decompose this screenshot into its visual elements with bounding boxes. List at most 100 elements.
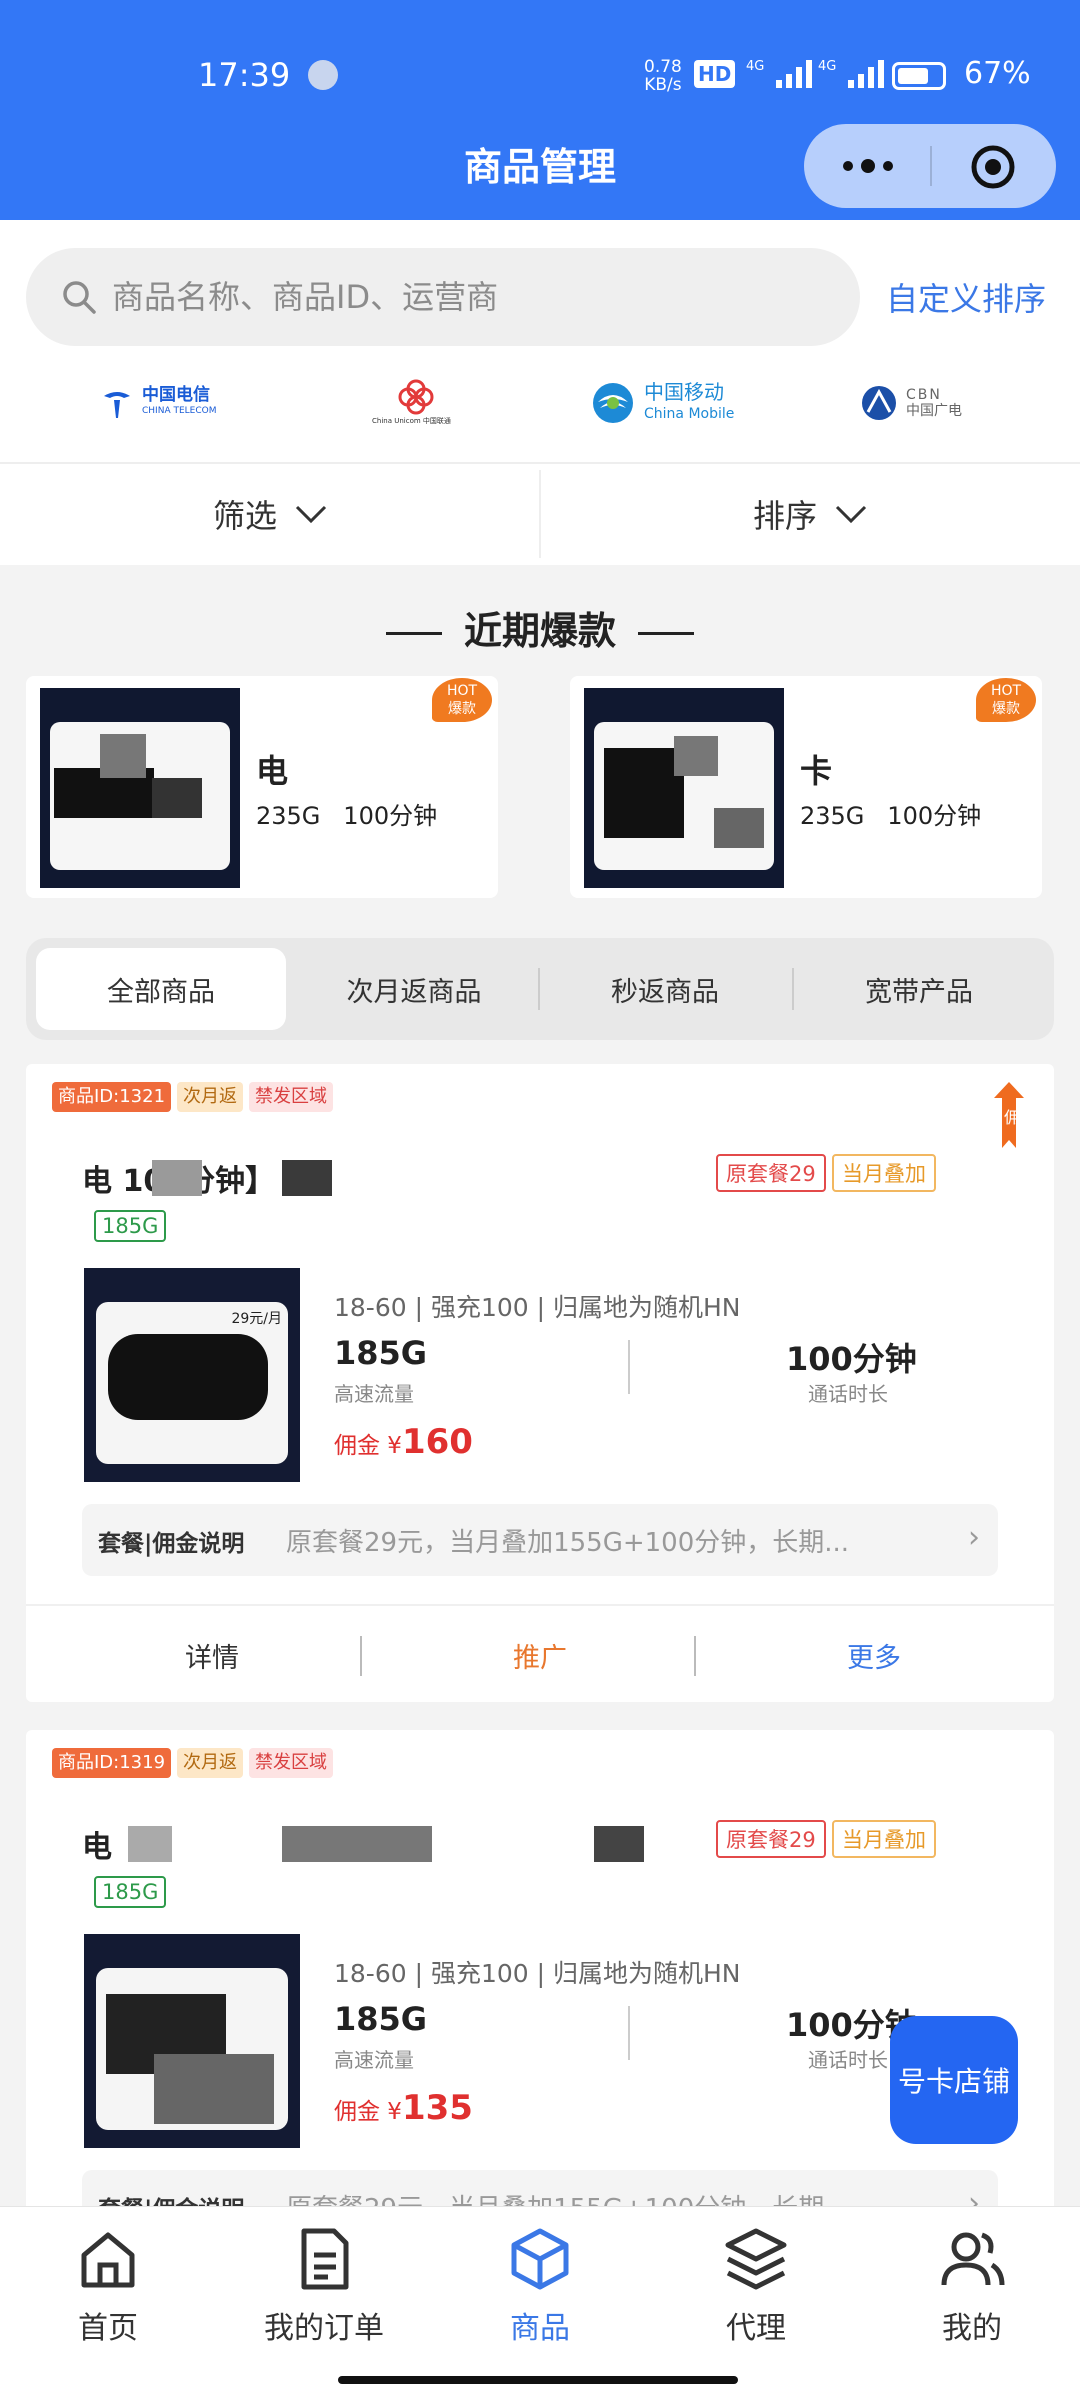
- users-icon: [941, 2232, 1005, 2286]
- mobile-sub: China Mobile: [644, 406, 735, 422]
- product-image: [40, 688, 240, 888]
- more-icon[interactable]: [838, 150, 898, 182]
- product-card[interactable]: 商品ID:1321 次月返 禁发区域 佣 电 100分钟】 原套餐29 当月叠加…: [26, 1064, 1054, 1702]
- product-image: [84, 1934, 300, 2148]
- section-title: 近期爆款: [0, 600, 1080, 655]
- traffic-label: 高速流量: [334, 2048, 414, 2072]
- tab-next-month[interactable]: 次月返商品: [290, 948, 538, 1030]
- overlay-tag: 当月叠加: [832, 1820, 936, 1858]
- home-indicator: [338, 2376, 738, 2384]
- telecom-logo: [104, 392, 130, 418]
- chevron-down-icon: [835, 505, 867, 524]
- battery-icon: [892, 62, 946, 90]
- operator-cbn[interactable]: CBN 中国广电: [860, 368, 962, 438]
- tab-home[interactable]: 首页: [8, 2223, 208, 2347]
- hot-product-card[interactable]: 卡 235G 100分钟 HOT 爆款: [570, 676, 1042, 898]
- operator-telecom[interactable]: 中国电信 CHINA TELECOM: [100, 368, 216, 438]
- net-speed: 0.78 KB/s: [644, 57, 682, 95]
- plan-tag: 原套餐29: [716, 1820, 826, 1858]
- hot-product-spec: 235G 100分钟: [256, 802, 438, 830]
- telecom-name: 中国电信: [142, 385, 210, 405]
- detail-button[interactable]: 详情: [46, 1606, 378, 1704]
- filter-dropdown[interactable]: 筛选: [0, 464, 540, 564]
- return-tag: 次月返: [177, 1082, 244, 1112]
- product-title: 电 100分钟】: [82, 1156, 722, 1198]
- minutes-label: 通话时长: [808, 1382, 888, 1406]
- hot-product-name: 卡: [800, 752, 833, 786]
- commission-description[interactable]: 套餐|佣金说明 原套餐29元，当月叠加155G+100分钟，长期... ›: [82, 1504, 998, 1576]
- telecom-sub: CHINA TELECOM: [142, 406, 217, 416]
- signal-icon-2: 4G: [818, 59, 884, 88]
- tab-home-label: 首页: [78, 2311, 138, 2346]
- cbn-name: 中国广电: [906, 403, 962, 419]
- custom-sort-button[interactable]: 自定义排序: [886, 274, 1046, 320]
- filter-label: 筛选: [212, 497, 277, 535]
- product-tabs: 全部商品 次月返商品 秒返商品 宽带产品: [26, 938, 1054, 1040]
- return-tag: 次月返: [177, 1748, 244, 1778]
- traffic-value: 185G: [334, 1334, 428, 1372]
- signal-icon: 4G: [746, 59, 812, 88]
- mobile-name: 中国移动: [644, 380, 724, 404]
- order-icon: [301, 2228, 349, 2290]
- tab-orders[interactable]: 我的订单: [224, 2223, 424, 2347]
- operator-mobile[interactable]: 中国移动 China Mobile: [590, 368, 734, 438]
- area-tag: 禁发区域: [249, 1082, 334, 1112]
- tab-orders-label: 我的订单: [264, 2311, 384, 2346]
- cbn-logo: [862, 386, 896, 420]
- commission-ribbon-label: 佣: [1003, 1108, 1020, 1127]
- svg-text:4G: 4G: [818, 59, 836, 74]
- tab-all[interactable]: 全部商品: [36, 948, 286, 1030]
- hot-product-name: 电: [256, 752, 289, 786]
- card-shop-button[interactable]: 号卡店铺: [890, 2016, 1018, 2144]
- product-title: 电: [82, 1822, 722, 1864]
- hot-badge: HOT 爆款: [432, 678, 492, 722]
- search-icon: [63, 281, 96, 314]
- commission: 佣金 ¥160: [334, 1422, 473, 1462]
- chevron-right-icon: ›: [968, 1520, 980, 1555]
- tab-broadband[interactable]: 宽带产品: [794, 948, 1044, 1030]
- traffic-label: 高速流量: [334, 1382, 414, 1406]
- minutes-value: 100分钟: [786, 1340, 917, 1378]
- hot-badge: HOT 爆款: [976, 678, 1036, 722]
- traffic-value: 185G: [334, 2000, 428, 2038]
- promote-button[interactable]: 推广: [374, 1606, 706, 1704]
- tab-agent[interactable]: 代理: [656, 2223, 856, 2347]
- area-tag: 禁发区域: [249, 1748, 334, 1778]
- close-miniprogram-icon[interactable]: [970, 144, 1016, 190]
- product-image: 29元/月: [84, 1268, 300, 1482]
- tab-mine[interactable]: 我的: [872, 2223, 1072, 2347]
- traffic-tag: 185G: [94, 1876, 167, 1908]
- layers-icon: [725, 2228, 787, 2290]
- plan-tag: 原套餐29: [716, 1154, 826, 1192]
- svg-text:4G: 4G: [746, 59, 764, 74]
- box-icon: [511, 2228, 569, 2290]
- tab-instant[interactable]: 秒返商品: [540, 948, 790, 1030]
- product-card[interactable]: 商品ID:1319 次月返 禁发区域 电 原套餐29 当月叠加 185G 18-…: [26, 1730, 1054, 2242]
- sort-label: 排序: [752, 497, 817, 535]
- status-bar: 17:39 0.78 KB/s HD 4G 4G 67%: [0, 52, 1080, 102]
- commission: 佣金 ¥135: [334, 2088, 473, 2128]
- tab-products[interactable]: 商品: [440, 2223, 640, 2347]
- more-button[interactable]: 更多: [708, 1606, 1040, 1704]
- cbn-sub: CBN: [906, 387, 942, 403]
- tab-products-label: 商品: [510, 2311, 570, 2346]
- product-id-tag: 商品ID:1319: [52, 1748, 172, 1778]
- search-box[interactable]: [26, 248, 860, 346]
- battery-percent: 67%: [964, 56, 1031, 91]
- operator-unicom[interactable]: China Unicom 中国联通: [372, 368, 451, 438]
- hot-product-card[interactable]: 电 235G 100分钟 HOT 爆款: [26, 676, 498, 898]
- bottom-tab-bar: 首页 我的订单 商品 代理 我的: [0, 2206, 1080, 2400]
- minutes-label: 通话时长: [808, 2048, 888, 2072]
- search-input[interactable]: [112, 248, 832, 346]
- product-image: [584, 688, 784, 888]
- home-icon: [81, 2232, 135, 2288]
- product-spec: 18-60 | 强充100 | 归属地为随机HN: [334, 1959, 741, 1988]
- miniprogram-capsule: [804, 124, 1056, 208]
- wrench-icon: [308, 60, 338, 90]
- sort-dropdown[interactable]: 排序: [540, 464, 1080, 564]
- tab-mine-label: 我的: [942, 2311, 1002, 2346]
- mobile-logo: [593, 383, 633, 423]
- overlay-tag: 当月叠加: [832, 1154, 936, 1192]
- hot-product-spec: 235G 100分钟: [800, 802, 982, 830]
- status-time: 17:39: [198, 56, 291, 94]
